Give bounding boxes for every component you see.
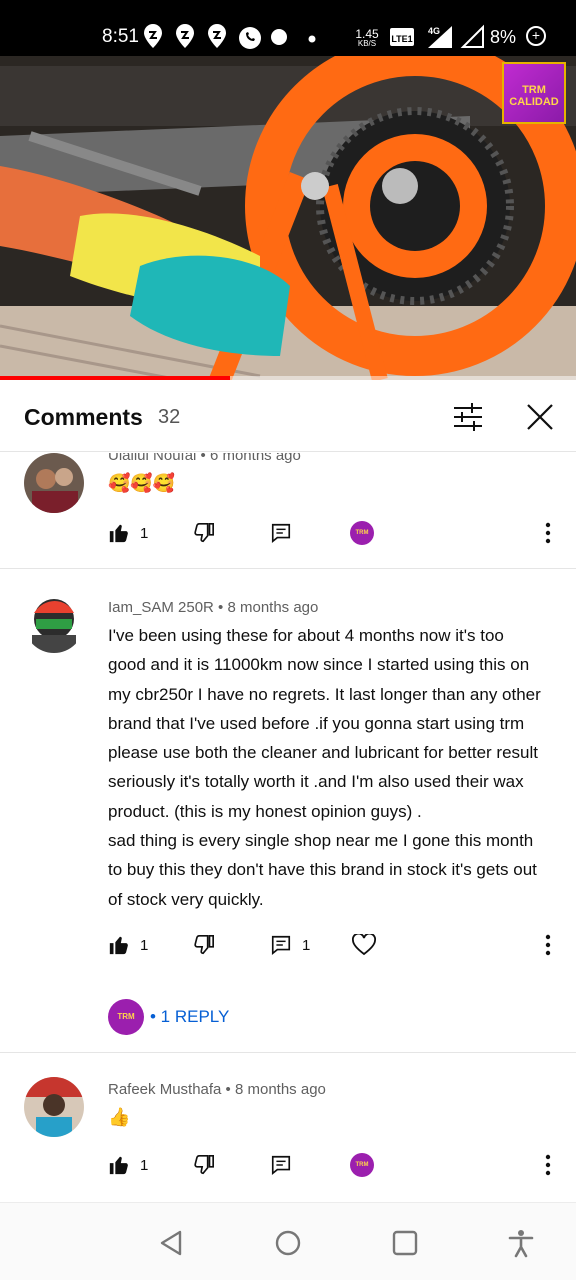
comment-line: product. (this is my honest opinion guys… <box>108 801 422 821</box>
reply-count: 1 <box>302 936 311 954</box>
avatar[interactable] <box>24 593 84 653</box>
comment-meta: Rafeek Musthafa • 8 months ago <box>108 1081 326 1098</box>
more-vertical-icon <box>545 934 551 956</box>
avatar[interactable] <box>24 453 84 513</box>
reply-button[interactable]: 1 <box>270 931 310 959</box>
signal-empty-icon <box>460 24 484 48</box>
creator-heart: TRM <box>350 1151 374 1179</box>
comment-actions: 1 TRM <box>108 519 568 547</box>
comment-meta: Iam_SAM 250R • 8 months ago <box>108 599 319 616</box>
video-frame <box>0 56 576 380</box>
recents-icon[interactable] <box>390 1228 420 1258</box>
comment-item: Ulallul Noufal • 6 months ago 🥰🥰🥰 1 TRM <box>0 453 576 569</box>
reply-button[interactable] <box>270 1151 292 1179</box>
thumbs-down-icon <box>194 1155 214 1175</box>
system-nav-bar <box>0 1202 576 1280</box>
avatar[interactable] <box>24 1077 84 1137</box>
view-replies-link[interactable]: TRM • 1 REPLY <box>108 999 229 1035</box>
reply-icon <box>271 523 291 543</box>
thumbs-down-icon <box>194 935 214 955</box>
reply-icon <box>271 1155 291 1175</box>
comment-text: I've been using these for about 4 months… <box>108 621 558 914</box>
dot-icon <box>308 35 316 43</box>
sort-filter-icon[interactable] <box>452 402 484 432</box>
comment-meta: Ulallul Noufal • 6 months ago <box>108 453 301 464</box>
like-button[interactable]: 1 <box>108 519 148 547</box>
svg-text:LTE1: LTE1 <box>391 34 412 44</box>
network-type: 4G <box>428 26 440 36</box>
comment-actions: 1 1 <box>108 931 568 959</box>
comment-line: seriously it's totally worth it .and I'm… <box>108 772 524 792</box>
swiggy-icon <box>208 24 226 48</box>
comment-list[interactable]: Ulallul Noufal • 6 months ago 🥰🥰🥰 1 TRM <box>0 453 576 1203</box>
reply-button[interactable] <box>270 519 292 547</box>
creator-avatar: TRM <box>350 1153 374 1177</box>
replies-link-text: • 1 REPLY <box>150 1007 230 1026</box>
battery-percent: 8% <box>489 27 516 47</box>
home-icon[interactable] <box>273 1228 303 1258</box>
more-options-button[interactable] <box>540 931 556 959</box>
more-vertical-icon <box>545 522 551 544</box>
comment-actions: 1 TRM <box>108 1151 568 1179</box>
comments-count: 32 <box>158 406 181 428</box>
comment-line: good and it is 11000km now since I start… <box>108 655 530 675</box>
reply-icon <box>271 935 291 955</box>
comment-line: of stock very quickly. <box>108 889 264 909</box>
network-speed: 1.45 KB/S <box>355 27 379 48</box>
comment-item: Rafeek Musthafa • 8 months ago 👍 1 TRM <box>0 1053 576 1203</box>
more-options-button[interactable] <box>540 1151 556 1179</box>
heart-icon <box>352 934 376 956</box>
thumbs-up-icon <box>109 524 128 543</box>
phone-call-icon <box>239 27 261 49</box>
close-icon[interactable] <box>526 403 554 431</box>
like-button[interactable]: 1 <box>108 931 148 959</box>
status-bar: 8:51 1.45 KB/S LTE1 4G 8% + <box>0 0 576 56</box>
comment-item: Iam_SAM 250R • 8 months ago I've been us… <box>0 569 576 1053</box>
battery-saver-icon: + <box>526 26 546 46</box>
like-count: 1 <box>140 524 149 542</box>
comment-line: to buy this they don't have this brand i… <box>108 860 537 880</box>
mobile-signal-icon: 4G <box>428 26 452 48</box>
comments-header: Comments 32 <box>0 380 576 452</box>
dislike-button[interactable] <box>193 931 215 959</box>
creator-heart: TRM <box>350 519 374 547</box>
comment-line: brand that I've used before .if you gonn… <box>108 713 525 733</box>
creator-avatar: TRM <box>108 999 144 1035</box>
comment-text: 🥰🥰🥰 <box>108 473 176 493</box>
creator-avatar: TRM <box>350 521 374 545</box>
more-options-button[interactable] <box>540 519 556 547</box>
more-vertical-icon <box>545 1154 551 1176</box>
swiggy-icon <box>176 24 194 48</box>
like-button[interactable]: 1 <box>108 1151 148 1179</box>
video-player[interactable]: TRM CALIDAD <box>0 56 576 380</box>
comment-line: please use both the cleaner and lubrican… <box>108 743 538 763</box>
comment-line: my cbr250r I have no regrets. It last lo… <box>108 684 541 704</box>
heart-button[interactable] <box>352 931 376 959</box>
swiggy-icon <box>144 24 162 48</box>
like-count: 1 <box>140 936 149 954</box>
back-icon[interactable] <box>156 1228 186 1258</box>
dislike-button[interactable] <box>193 1151 215 1179</box>
comment-text: 👍 <box>108 1107 131 1127</box>
status-time: 8:51 <box>102 26 139 47</box>
app-notification-icon <box>271 29 287 45</box>
accessibility-icon[interactable] <box>506 1228 536 1258</box>
comment-line: I've been using these for about 4 months… <box>108 626 504 645</box>
thumbs-up-icon <box>109 1156 128 1175</box>
like-count: 1 <box>140 1156 149 1174</box>
thumbs-up-icon <box>109 936 128 955</box>
thumbs-down-icon <box>194 523 214 543</box>
dislike-button[interactable] <box>193 519 215 547</box>
channel-logo: TRM CALIDAD <box>502 62 566 124</box>
comments-title: Comments <box>24 404 143 430</box>
volte-icon: LTE1 <box>390 28 414 46</box>
comment-line: sad thing is every single shop near me I… <box>108 831 534 851</box>
